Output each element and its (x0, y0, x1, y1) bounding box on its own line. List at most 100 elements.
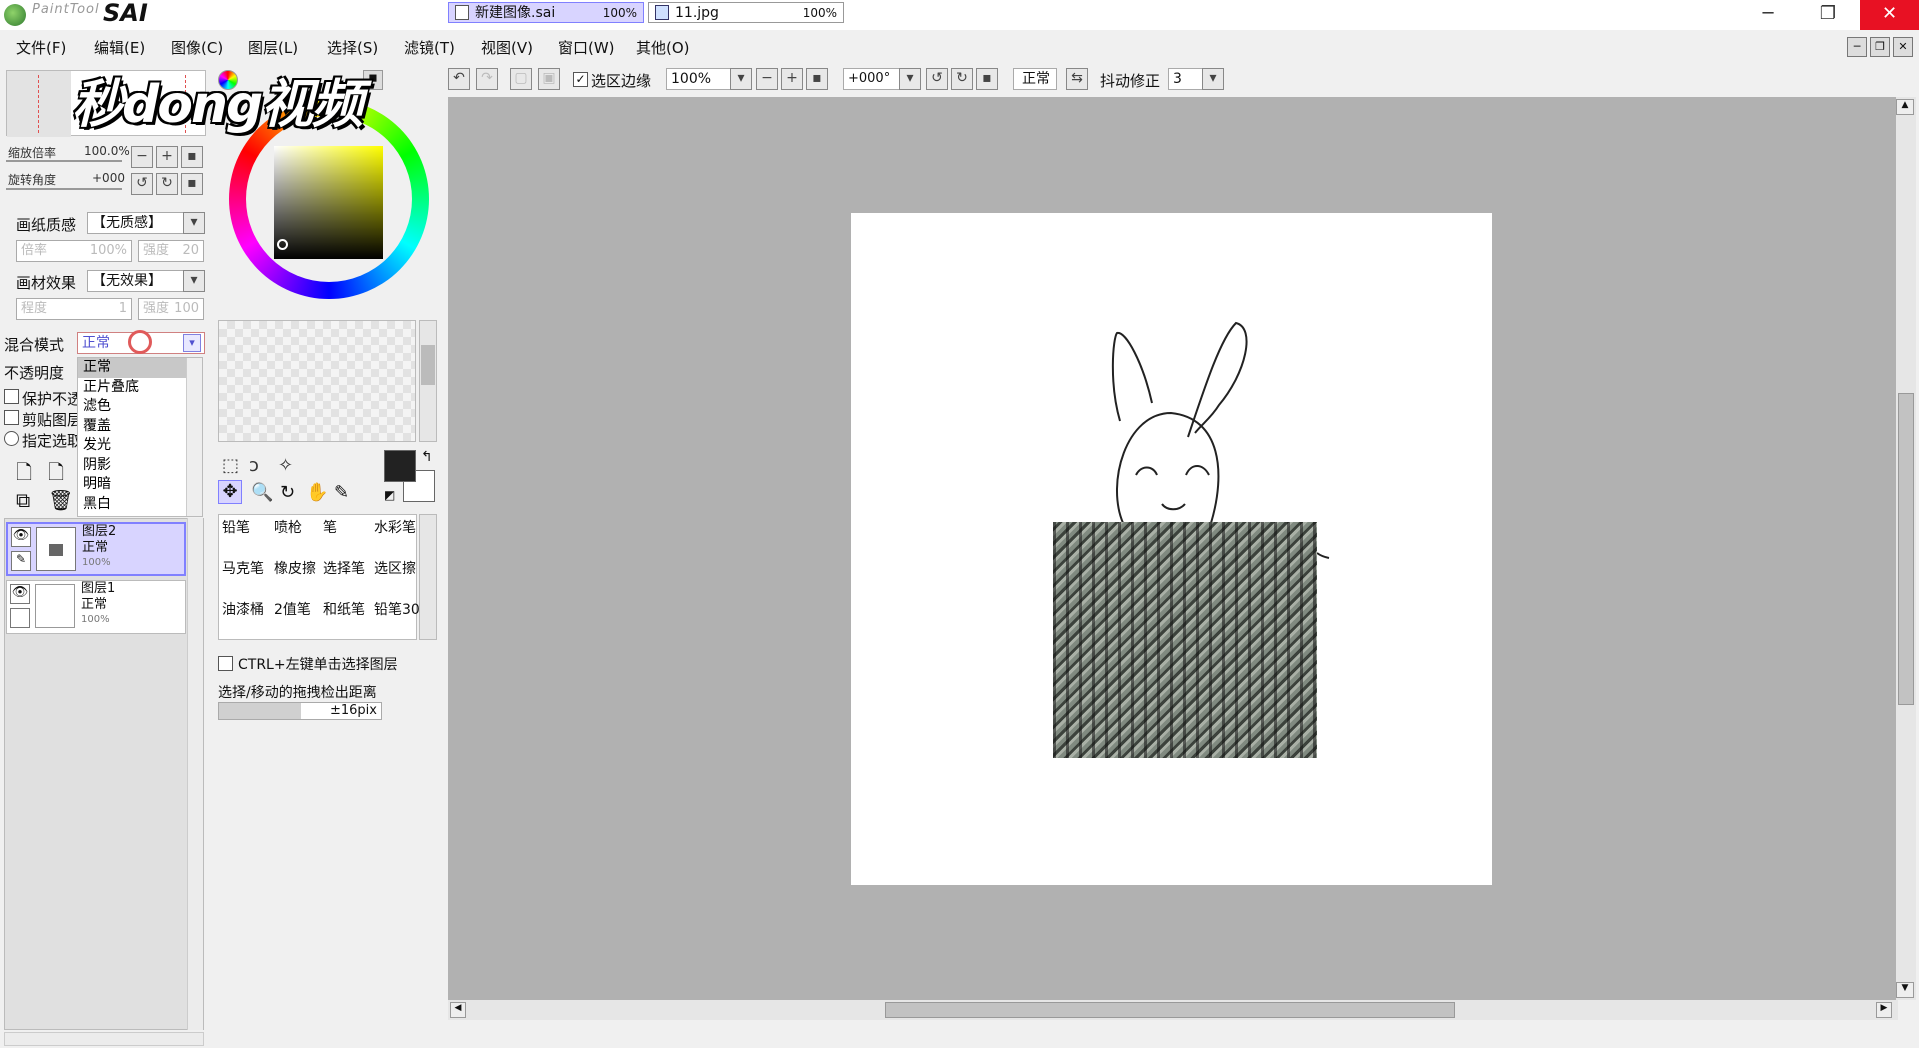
tool-airbrush[interactable]: 喷枪 (271, 517, 323, 557)
lasso-icon[interactable]: ↄ (249, 455, 259, 476)
tool-select-pen[interactable]: 选择笔 (320, 558, 372, 598)
tab-11-jpg[interactable]: 11.jpg 100% (648, 2, 844, 23)
layer-row-layer1[interactable]: 👁 图层1 正常 100% (6, 580, 186, 634)
new-folder-icon[interactable]: 🗋 (48, 458, 64, 492)
view-mode-select[interactable]: 正常 (1013, 68, 1057, 90)
brush-grid-scrollbar[interactable] (419, 514, 437, 640)
menu-layer[interactable]: 图层(L) (248, 37, 298, 58)
zoom-dropdown-icon[interactable]: ▾ (730, 68, 752, 90)
swap-colors-icon[interactable]: ↰ (421, 449, 433, 465)
saturation-value-square[interactable] (274, 146, 383, 259)
toolbar-rotate-reset-button[interactable]: ▪ (976, 68, 998, 90)
deselect-button[interactable]: ▢ (510, 68, 532, 90)
rotate-tool-icon[interactable]: ↻ (280, 482, 295, 503)
tool-watercolor[interactable]: 水彩笔 (371, 517, 423, 557)
menu-select[interactable]: 选择(S) (327, 37, 378, 58)
blend-option-luminosity[interactable]: 发光 (78, 436, 202, 456)
copy-layer-icon[interactable]: ⧉ (16, 488, 30, 512)
eyedropper-icon[interactable]: ✎ (334, 482, 349, 503)
mdi-close-button[interactable]: ✕ (1893, 37, 1913, 57)
toolbar-zoom-reset-button[interactable]: ▪ (806, 68, 828, 90)
layer-list-hscrollbar[interactable] (4, 1032, 204, 1046)
vertical-scrollbar[interactable] (1896, 97, 1916, 1000)
zoom-select[interactable]: 100% (666, 68, 736, 90)
scroll-down-icon[interactable]: ▼ (1896, 982, 1914, 998)
horizontal-scrollbar[interactable] (448, 1000, 1898, 1020)
ctrl-select-checkbox[interactable] (218, 656, 233, 671)
scratch-pad[interactable] (218, 320, 416, 442)
menu-file[interactable]: 文件(F) (16, 37, 66, 58)
scroll-left-icon[interactable]: ◀ (450, 1002, 466, 1018)
horizontal-scroll-thumb[interactable] (885, 1002, 1455, 1018)
hand-tool-icon[interactable]: ✋ (306, 482, 328, 503)
mdi-minimize-button[interactable]: ─ (1847, 37, 1867, 57)
magic-wand-icon[interactable]: ✧ (278, 455, 293, 476)
scroll-right-icon[interactable]: ▶ (1876, 1002, 1892, 1018)
restore-button[interactable]: ❐ (1805, 0, 1851, 30)
color-picker-handle[interactable] (277, 239, 288, 250)
color-panel-menu-icon[interactable]: ◼ (363, 70, 383, 90)
toolbar-rotate-left-button[interactable]: ↺ (926, 68, 948, 90)
zoom-in-button[interactable]: + (156, 146, 178, 168)
scratch-pad-scrollbar[interactable] (419, 320, 437, 442)
tool-brush[interactable]: 笔 (320, 517, 372, 557)
redo-button[interactable]: ↷ (476, 68, 498, 90)
blend-option-multiply[interactable]: 正片叠底 (78, 378, 202, 398)
blend-option-overlay[interactable]: 覆盖 (78, 417, 202, 437)
tool-marker[interactable]: 马克笔 (219, 558, 271, 598)
toolbar-zoom-in-button[interactable]: + (781, 68, 803, 90)
tool-pencil30[interactable]: 铅笔30 (371, 599, 423, 639)
menu-other[interactable]: 其他(O) (636, 37, 690, 58)
paint-brush-icon[interactable]: ✎ (11, 551, 31, 571)
menu-view[interactable]: 视图(V) (481, 37, 533, 58)
drag-distance-slider[interactable]: ±16pix (218, 702, 382, 720)
invert-select-button[interactable]: ▣ (538, 68, 560, 90)
rect-select-icon[interactable]: ⬚ (222, 455, 239, 476)
protect-checkbox[interactable] (4, 389, 19, 404)
blend-option-normal[interactable]: 正常 (78, 358, 202, 378)
vertical-scroll-thumb[interactable] (1898, 393, 1914, 705)
rotate-right-button[interactable]: ↻ (156, 173, 178, 195)
tool-bucket[interactable]: 油漆桶 (219, 599, 271, 639)
rotate-reset-button[interactable]: ▪ (181, 173, 203, 195)
scroll-up-icon[interactable]: ▲ (1896, 99, 1914, 115)
zoom-out-button[interactable]: − (131, 146, 153, 168)
zoom-reset-button[interactable]: ▪ (181, 146, 203, 168)
paper-texture-dropdown-icon[interactable]: ▾ (183, 212, 205, 234)
new-layer-icon[interactable]: 🗋 (16, 458, 32, 492)
zoom-tool-icon[interactable]: 🔍 (251, 482, 273, 503)
clip-checkbox[interactable] (4, 410, 19, 425)
blend-option-binary[interactable]: 黑白 (78, 495, 202, 515)
primary-color-swatch[interactable] (384, 450, 416, 482)
minimize-button[interactable]: ─ (1745, 0, 1791, 30)
material-effect-dropdown-icon[interactable]: ▾ (183, 270, 205, 292)
stabilizer-dropdown-icon[interactable]: ▾ (1202, 68, 1224, 90)
delete-layer-icon[interactable]: 🗑 (48, 488, 73, 512)
undo-button[interactable]: ↶ (448, 68, 470, 90)
tool-select-eraser[interactable]: 选区擦 (371, 558, 423, 598)
close-button[interactable]: ✕ (1860, 0, 1919, 30)
layer-row-layer2[interactable]: 👁 ✎ 图层2 正常 100% (6, 522, 186, 576)
select-source-radio[interactable] (4, 431, 19, 446)
rotate-left-button[interactable]: ↺ (131, 173, 153, 195)
blend-option-shade[interactable]: 阴影 (78, 456, 202, 476)
blend-list-scrollbar[interactable] (186, 358, 202, 516)
visibility-eye-icon[interactable]: 👁 (10, 584, 30, 604)
flip-horizontal-button[interactable]: ⇆ (1066, 68, 1088, 90)
menu-edit[interactable]: 编辑(E) (94, 37, 145, 58)
tool-pencil[interactable]: 铅笔 (219, 517, 271, 557)
blend-option-screen[interactable]: 滤色 (78, 397, 202, 417)
selection-edge-checkbox[interactable]: ✓ (573, 72, 588, 87)
layer-list-scrollbar[interactable] (187, 518, 203, 1030)
tool-eraser[interactable]: 橡皮擦 (271, 558, 323, 598)
zoom-slider[interactable] (6, 160, 122, 162)
stabilizer-select[interactable]: 3 (1168, 68, 1204, 90)
menu-window[interactable]: 窗口(W) (558, 37, 615, 58)
blend-option-shine[interactable]: 明暗 (78, 475, 202, 495)
blend-mode-dropdown-icon[interactable]: ▾ (183, 334, 201, 352)
tool-binary-pen[interactable]: 2值笔 (271, 599, 323, 639)
rotation-dropdown-icon[interactable]: ▾ (899, 68, 921, 90)
reset-colors-icon[interactable]: ◩ (384, 488, 395, 502)
paint-brush-icon[interactable] (10, 608, 30, 628)
menu-image[interactable]: 图像(C) (171, 37, 223, 58)
